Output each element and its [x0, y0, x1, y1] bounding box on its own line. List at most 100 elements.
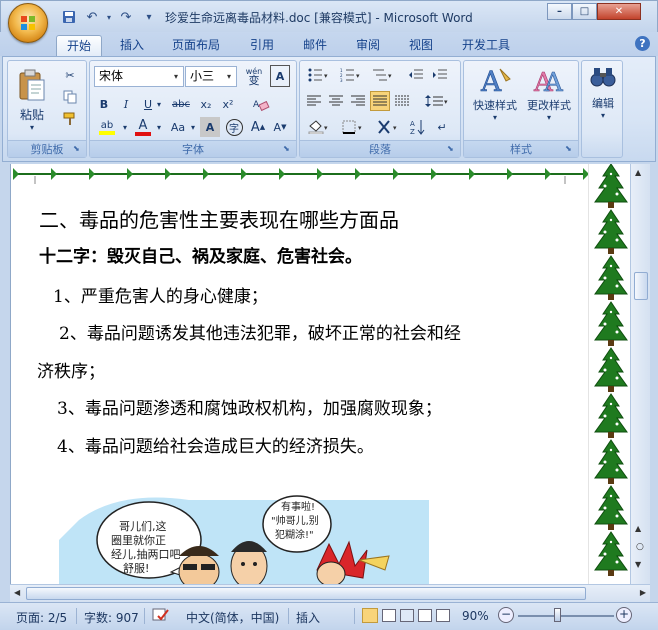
- zoom-out-icon[interactable]: −: [498, 607, 514, 623]
- redo-icon[interactable]: ↷: [116, 8, 136, 26]
- full-screen-reading-view-icon[interactable]: [382, 609, 396, 622]
- proofing-icon[interactable]: [152, 607, 170, 626]
- next-page-icon[interactable]: ▼: [635, 560, 641, 569]
- font-color-dropdown-icon[interactable]: ▾: [154, 117, 164, 137]
- change-case-button[interactable]: Aa: [166, 117, 190, 137]
- clipboard-launcher-icon[interactable]: ⬊: [73, 144, 83, 154]
- restore-button[interactable]: □: [572, 3, 597, 20]
- shrink-font-button[interactable]: A ▼: [270, 117, 290, 137]
- tab-page-layout[interactable]: 页面布局: [162, 35, 230, 56]
- font-name-field[interactable]: 宋体 ▾: [94, 66, 184, 87]
- svg-text:A: A: [543, 68, 564, 95]
- svg-text:▾: ▾: [388, 72, 392, 80]
- tab-mailings[interactable]: 邮件: [293, 35, 337, 56]
- chinese-layout-icon[interactable]: ▾: [374, 117, 404, 137]
- previous-page-icon[interactable]: ▲: [635, 524, 641, 533]
- bullets-icon[interactable]: ▾: [304, 65, 334, 85]
- highlight-dropdown-icon[interactable]: ▾: [120, 117, 130, 137]
- shading-icon[interactable]: ▾: [304, 117, 334, 137]
- font-name-dropdown-icon[interactable]: ▾: [169, 67, 183, 86]
- phonetic-guide-icon[interactable]: wén 变: [242, 65, 266, 87]
- align-right-icon[interactable]: [348, 91, 368, 111]
- font-launcher-icon[interactable]: ⬊: [283, 144, 293, 154]
- language-indicator[interactable]: 中文(简体，中国): [186, 609, 279, 626]
- font-size-field[interactable]: 小三 ▾: [185, 66, 237, 87]
- change-case-dropdown-icon[interactable]: ▾: [188, 117, 198, 137]
- quick-styles-button[interactable]: A 快速样式 ▾: [468, 65, 522, 139]
- document-area[interactable]: 二、毒品的危害性主要表现在哪些方面品 十二字：毁灭自己、祸及家庭、危害社会。 1…: [10, 164, 630, 584]
- underline-dropdown-icon[interactable]: ▾: [154, 94, 164, 114]
- scroll-right-icon[interactable]: ▶: [640, 588, 646, 597]
- cut-icon[interactable]: ✂: [60, 65, 80, 85]
- bold-button[interactable]: B: [94, 94, 114, 114]
- character-shading-icon[interactable]: A: [200, 117, 220, 137]
- word-count[interactable]: 字数: 907: [84, 609, 139, 626]
- save-icon[interactable]: [59, 8, 79, 26]
- editing-button[interactable]: 编辑 ▾: [584, 65, 622, 139]
- svg-text:3: 3: [340, 78, 343, 82]
- select-browse-object-icon[interactable]: ○: [636, 542, 644, 552]
- tab-references[interactable]: 引用: [240, 35, 284, 56]
- subscript-button[interactable]: x₂: [196, 94, 216, 114]
- grow-font-button[interactable]: A ▲: [248, 117, 268, 137]
- zoom-slider-thumb[interactable]: [554, 608, 561, 622]
- align-left-icon[interactable]: [304, 91, 324, 111]
- justify-icon[interactable]: [370, 91, 390, 111]
- paste-button[interactable]: 粘贴 ▾: [12, 65, 52, 135]
- tab-insert[interactable]: 插入: [110, 35, 154, 56]
- increase-indent-icon[interactable]: [430, 65, 450, 85]
- copy-icon[interactable]: [60, 87, 80, 107]
- window-title: 珍爱生命远离毒品材料.doc [兼容模式] - Microsoft Word: [165, 11, 473, 25]
- font-color-button[interactable]: A: [132, 117, 154, 137]
- highlight-button[interactable]: ab: [94, 117, 120, 137]
- tab-developer[interactable]: 开发工具: [452, 35, 520, 56]
- horizontal-scrollbar[interactable]: ◀ ▶: [10, 584, 650, 602]
- scroll-up-icon[interactable]: ▲: [635, 168, 641, 177]
- multilevel-list-icon[interactable]: ▾: [368, 65, 398, 85]
- web-layout-view-icon[interactable]: [400, 609, 414, 622]
- zoom-slider-track[interactable]: [518, 615, 614, 617]
- enclose-characters-label: 字: [225, 118, 243, 136]
- insert-mode[interactable]: 插入: [296, 609, 320, 626]
- horizontal-scroll-thumb[interactable]: [26, 587, 586, 600]
- tab-review[interactable]: 审阅: [346, 35, 390, 56]
- vertical-scroll-thumb[interactable]: [634, 272, 648, 300]
- qat-customize-icon[interactable]: ▾: [139, 8, 159, 26]
- enclose-characters-icon[interactable]: 字: [224, 117, 244, 137]
- ruler-toggle-icon[interactable]: [634, 158, 647, 168]
- undo-dropdown-icon[interactable]: ▾: [105, 8, 113, 26]
- distributed-icon[interactable]: [392, 91, 412, 111]
- scroll-left-icon[interactable]: ◀: [14, 588, 20, 597]
- tab-view[interactable]: 视图: [399, 35, 443, 56]
- outline-view-icon[interactable]: [418, 609, 432, 622]
- sort-icon[interactable]: AZ: [408, 117, 428, 137]
- draft-view-icon[interactable]: [436, 609, 450, 622]
- line-spacing-icon[interactable]: ▾: [422, 91, 452, 111]
- superscript-button[interactable]: x²: [218, 94, 238, 114]
- minimize-button[interactable]: –: [547, 3, 572, 20]
- styles-launcher-icon[interactable]: ⬊: [565, 144, 575, 154]
- help-icon[interactable]: ?: [635, 36, 650, 51]
- undo-icon[interactable]: ↶: [82, 8, 102, 26]
- office-button[interactable]: [8, 3, 48, 43]
- align-center-icon[interactable]: [326, 91, 346, 111]
- zoom-in-icon[interactable]: +: [616, 607, 632, 623]
- borders-icon[interactable]: ▾: [338, 117, 368, 137]
- tab-home[interactable]: 开始: [56, 35, 103, 56]
- strikethrough-button[interactable]: abc: [168, 94, 194, 114]
- font-size-dropdown-icon[interactable]: ▾: [222, 67, 236, 86]
- clear-formatting-icon[interactable]: A: [250, 94, 272, 114]
- show-marks-icon[interactable]: ↵: [432, 117, 452, 137]
- italic-button[interactable]: I: [116, 94, 136, 114]
- close-button[interactable]: ✕: [597, 3, 641, 20]
- page-count[interactable]: 页面: 2/5: [16, 609, 67, 626]
- paragraph-launcher-icon[interactable]: ⬊: [447, 144, 457, 154]
- vertical-scrollbar[interactable]: ▲ ▲ ○ ▼: [630, 164, 650, 584]
- character-border-icon[interactable]: A: [270, 65, 290, 87]
- decrease-indent-icon[interactable]: [406, 65, 426, 85]
- numbering-icon[interactable]: 1 2 3 ▾: [336, 65, 366, 85]
- change-styles-button[interactable]: AA 更改样式 ▾: [522, 65, 576, 139]
- format-painter-icon[interactable]: [60, 109, 80, 129]
- print-layout-view-icon[interactable]: [362, 608, 378, 623]
- zoom-level[interactable]: 90%: [462, 609, 489, 623]
